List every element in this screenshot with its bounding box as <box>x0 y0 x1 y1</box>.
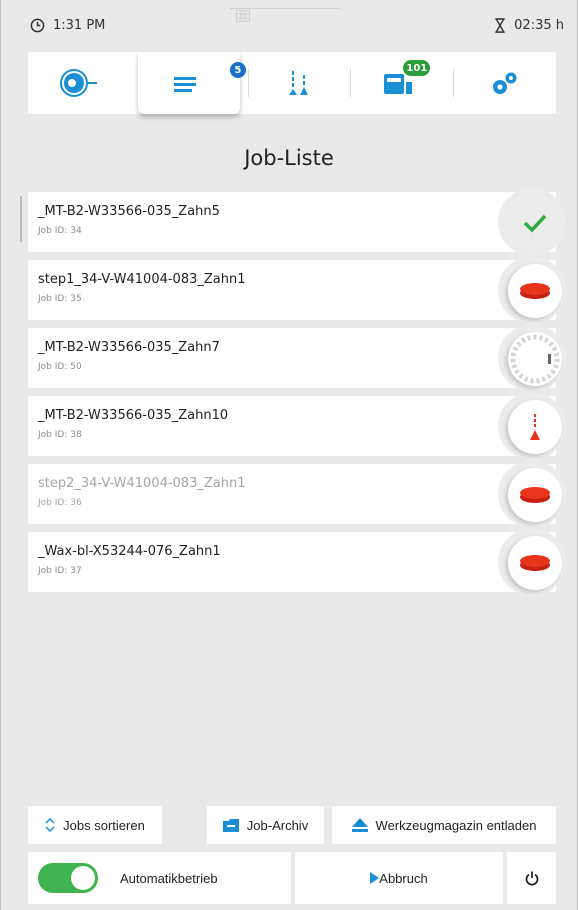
clock-icon <box>30 18 45 33</box>
auto-mode-label: Automatikbetrieb <box>120 870 218 886</box>
job-status[interactable] <box>508 264 562 318</box>
job-id: Job ID: 37 <box>38 566 82 576</box>
job-id: Job ID: 36 <box>38 498 82 508</box>
list-item[interactable]: step2_34-V-W41004-083_Zahn1 Job ID: 36 <box>28 460 566 528</box>
sort-jobs-button[interactable]: Jobs sortieren <box>28 806 162 844</box>
current-time: 1:31 PM <box>53 18 106 33</box>
job-count-badge: 5 <box>229 62 246 78</box>
list-item[interactable]: _Wax-bl-X53244-076_Zahn1 Job ID: 37 <box>28 528 566 596</box>
auto-mode-panel: Automatikbetrieb <box>28 852 291 904</box>
tab-magazine[interactable]: 101 <box>351 52 453 114</box>
folder-icon <box>222 818 239 832</box>
tool-icon <box>530 414 540 440</box>
magazine-count-badge: 101 <box>403 60 431 76</box>
job-id: Job ID: 38 <box>38 430 82 440</box>
blank-disc-icon <box>520 555 550 571</box>
abort-label: Abbruch <box>379 870 428 886</box>
main-nav: 5 101 <box>28 52 556 114</box>
job-list: _MT-B2-W33566-035_Zahn5 Job ID: 34 step1… <box>28 188 566 600</box>
sort-icon <box>45 818 55 832</box>
job-status[interactable] <box>508 400 562 454</box>
job-id: Job ID: 35 <box>38 294 82 304</box>
spindle-icon <box>59 69 97 97</box>
job-status[interactable] <box>508 536 562 590</box>
unload-magazine-button[interactable]: Werkzeugmagazin entladen <box>332 806 556 844</box>
job-status[interactable] <box>508 468 562 522</box>
list-item[interactable]: _MT-B2-W33566-035_Zahn5 Job ID: 34 <box>28 188 566 256</box>
list-item[interactable]: step1_34-V-W41004-083_Zahn1 Job ID: 35 <box>28 256 566 324</box>
tools-icon <box>289 71 309 95</box>
clock: 1:31 PM <box>30 18 105 33</box>
keyboard-icon <box>236 10 250 22</box>
job-id: Job ID: 34 <box>38 226 82 236</box>
toggle-knob <box>71 866 95 890</box>
blank-disc-icon <box>520 487 550 503</box>
tab-tools[interactable] <box>249 52 351 114</box>
abort-button[interactable]: Abbruch <box>295 852 503 904</box>
list-icon <box>173 77 196 92</box>
job-archive-label: Job-Archiv <box>246 817 309 833</box>
job-name: _MT-B2-W33566-035_Zahn10 <box>38 408 229 423</box>
job-name: step1_34-V-W41004-083_Zahn1 <box>38 272 246 287</box>
magazine-loading-icon <box>510 334 560 384</box>
list-item[interactable]: _MT-B2-W33566-035_Zahn10 Job ID: 38 <box>28 392 566 460</box>
job-id: Job ID: 50 <box>38 362 82 372</box>
duration: 02:35 h <box>494 18 564 33</box>
eject-icon <box>351 818 368 832</box>
tab-settings[interactable] <box>454 52 556 114</box>
job-name: _Wax-bl-X53244-076_Zahn1 <box>38 544 221 559</box>
job-status[interactable] <box>508 332 562 386</box>
auto-mode-toggle[interactable] <box>38 863 98 893</box>
unload-magazine-label: Werkzeugmagazin entladen <box>375 817 537 833</box>
power-button[interactable] <box>507 852 556 904</box>
tab-job-list[interactable]: 5 <box>137 52 246 114</box>
play-icon <box>370 872 380 884</box>
blank-disc-icon <box>520 283 550 299</box>
job-name: step2_34-V-W41004-083_Zahn1 <box>38 476 246 491</box>
job-name: _MT-B2-W33566-035_Zahn7 <box>38 340 220 355</box>
job-name: _MT-B2-W33566-035_Zahn5 <box>38 204 220 219</box>
tab-machine[interactable] <box>28 52 130 114</box>
status-bar: 1:31 PM 02:35 h <box>0 0 578 52</box>
remaining-duration: 02:35 h <box>514 18 564 33</box>
hourglass-icon <box>495 18 505 33</box>
gears-icon <box>493 72 517 94</box>
done-check-icon <box>523 214 547 233</box>
job-archive-button[interactable]: Job-Archiv <box>207 806 324 844</box>
page-title: Job-Liste <box>244 146 334 170</box>
list-item[interactable]: _MT-B2-W33566-035_Zahn7 Job ID: 50 <box>28 324 566 392</box>
scroll-indicator[interactable] <box>20 196 22 242</box>
sort-jobs-label: Jobs sortieren <box>63 817 145 833</box>
top-divider <box>230 8 340 9</box>
job-status[interactable] <box>508 196 562 250</box>
power-icon <box>525 871 538 885</box>
